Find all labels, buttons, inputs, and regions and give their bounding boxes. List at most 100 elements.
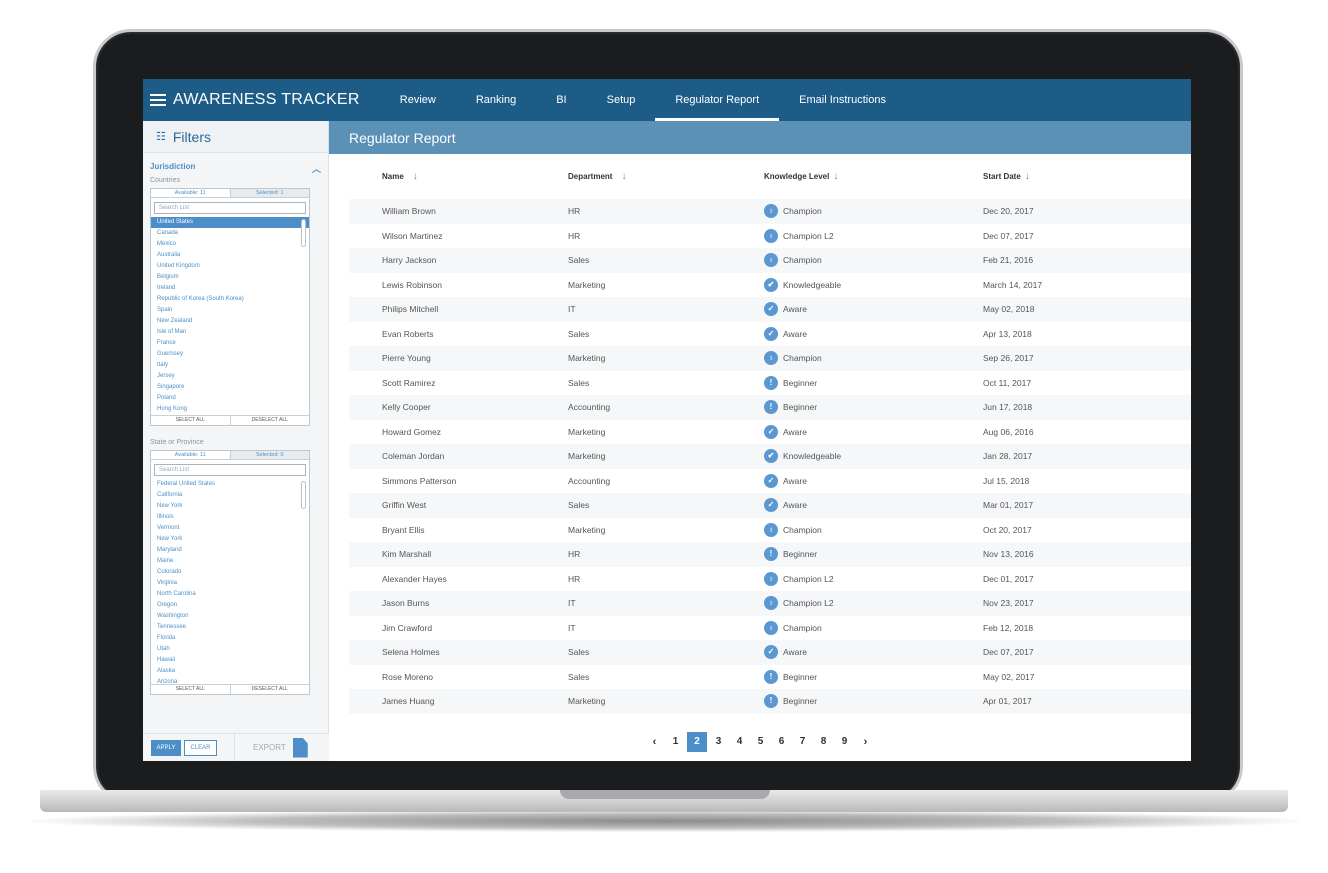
- list-item[interactable]: Mexico: [151, 239, 309, 250]
- list-item[interactable]: Virginia: [151, 578, 309, 589]
- list-item[interactable]: Ireland: [151, 283, 309, 294]
- sort-arrow-icon[interactable]: ↓: [833, 171, 838, 182]
- sort-arrow-icon[interactable]: ↓: [413, 171, 418, 182]
- state-deselect-all-button[interactable]: DESELECT ALL: [229, 685, 310, 694]
- list-item[interactable]: Hawaii: [151, 655, 309, 666]
- countries-search-input[interactable]: Search List: [154, 202, 306, 214]
- list-item[interactable]: Utah: [151, 644, 309, 655]
- state-select-all-button[interactable]: SELECT ALL: [151, 685, 230, 694]
- countries-selected-tab[interactable]: Selected: 1: [229, 189, 309, 197]
- column-header-start-date[interactable]: Start Date ↓: [983, 171, 1133, 182]
- list-item[interactable]: Italy: [151, 360, 309, 371]
- list-item[interactable]: Belgium: [151, 272, 309, 283]
- clear-button[interactable]: CLEAR: [184, 739, 217, 756]
- sort-arrow-icon[interactable]: ↓: [621, 171, 626, 182]
- table-row[interactable]: James Huang Marketing! Beginner Apr 01, 201…: [349, 689, 1191, 714]
- page-button[interactable]: 4: [730, 732, 749, 752]
- table-row[interactable]: Lewis Robinson Marketing ✔ Knowledgeable Mar…: [349, 273, 1191, 298]
- list-item[interactable]: New York: [151, 534, 309, 545]
- list-item[interactable]: Australia: [151, 250, 309, 261]
- table-row[interactable]: Scott Ramirez Sales! Beginner Oct 11, 2017: [349, 371, 1191, 396]
- table-row[interactable]: Wilson Martinez HR ♁ Champion L2 Dec 07, 201…: [349, 224, 1191, 249]
- list-item[interactable]: Canada: [151, 228, 309, 239]
- export-button[interactable]: EXPORT: [253, 743, 286, 752]
- table-row[interactable]: Kim Marshall HR! Beginner Nov 13, 2016: [349, 542, 1191, 567]
- column-header-department[interactable]: Department ↓: [568, 171, 764, 182]
- list-item[interactable]: Maine: [151, 556, 309, 567]
- list-item[interactable]: United States: [151, 217, 309, 228]
- column-header-name[interactable]: Name ↓: [349, 171, 568, 182]
- jurisdiction-header[interactable]: Jurisdiction ︿: [143, 153, 328, 175]
- table-row[interactable]: Alexander Hayes HR ♁ Champion L2 Dec 01, 201…: [349, 567, 1191, 592]
- nav-tab-ranking[interactable]: Ranking: [456, 79, 536, 121]
- list-item[interactable]: Alaska: [151, 666, 309, 677]
- list-item[interactable]: Isle of Man: [151, 327, 309, 338]
- chevron-right-icon[interactable]: ›: [856, 732, 875, 752]
- list-item[interactable]: Tennessee: [151, 622, 309, 633]
- page-button[interactable]: 1: [666, 732, 685, 752]
- list-item[interactable]: Florida: [151, 633, 309, 644]
- list-item[interactable]: Washington: [151, 611, 309, 622]
- nav-tab-bi[interactable]: BI: [536, 79, 586, 121]
- page-button[interactable]: 7: [793, 732, 812, 752]
- countries-deselect-all-button[interactable]: DESELECT ALL: [229, 416, 310, 425]
- list-item[interactable]: Colorado: [151, 567, 309, 578]
- page-button[interactable]: 5: [751, 732, 770, 752]
- apply-button[interactable]: APPLY: [151, 739, 181, 756]
- document-icon[interactable]: [292, 737, 308, 758]
- page-button[interactable]: 3: [709, 732, 728, 752]
- list-item[interactable]: United Kingdom: [151, 261, 309, 272]
- list-item[interactable]: New York: [151, 501, 309, 512]
- table-row[interactable]: Howard Gomez Marketing ✓ Aware Aug 06, 2016: [349, 420, 1191, 445]
- nav-tab-email-instructions[interactable]: Email Instructions: [779, 79, 906, 121]
- list-item[interactable]: Jersey: [151, 371, 309, 382]
- list-item[interactable]: North Carolina: [151, 589, 309, 600]
- list-item[interactable]: Hong Kong: [151, 404, 309, 415]
- countries-available-tab[interactable]: Available: 11: [151, 189, 230, 197]
- table-row[interactable]: Coleman Jordan Marketing ✔ Knowledgeable Jan…: [349, 444, 1191, 469]
- table-row[interactable]: Selena Holmes Sales ✓ Aware Dec 07, 2017: [349, 640, 1191, 665]
- table-row[interactable]: Jason Burns IT ♁ Champion L2 Nov 23, 2017: [349, 591, 1191, 616]
- state-scrollbar[interactable]: [301, 481, 306, 509]
- state-search-input[interactable]: Search List: [154, 464, 306, 476]
- list-item[interactable]: Maryland: [151, 545, 309, 556]
- column-header-knowledge-level[interactable]: Knowledge Level ↓: [764, 171, 983, 182]
- list-item[interactable]: Singapore: [151, 382, 309, 393]
- table-row[interactable]: Philips Mitchell IT ✓ Aware May 02, 2018: [349, 297, 1191, 322]
- table-row[interactable]: Rose Moreno Sales! Beginner May 02, 2017: [349, 665, 1191, 690]
- list-item[interactable]: Oregon: [151, 600, 309, 611]
- nav-tab-setup[interactable]: Setup: [587, 79, 656, 121]
- table-row[interactable]: Evan Roberts Sales ✓ Aware Apr 13, 2018: [349, 322, 1191, 347]
- page-button[interactable]: 6: [772, 732, 791, 752]
- table-row[interactable]: Bryant Ellis Marketing ♁ Champion Oct 20, 20…: [349, 518, 1191, 543]
- list-item[interactable]: Vermont: [151, 523, 309, 534]
- list-item[interactable]: Illinois: [151, 512, 309, 523]
- table-row[interactable]: Jim Crawford IT ♁ Champion Feb 12, 2018: [349, 616, 1191, 641]
- list-item[interactable]: Federal United States: [151, 479, 309, 490]
- menu-icon[interactable]: [150, 94, 166, 106]
- page-button[interactable]: 9: [835, 732, 854, 752]
- state-selected-tab[interactable]: Selected: 0: [229, 451, 309, 459]
- sort-arrow-icon[interactable]: ↓: [1025, 171, 1030, 182]
- list-item[interactable]: California: [151, 490, 309, 501]
- table-row[interactable]: Simmons Patterson Accounting ✓ Aware Jul 15,…: [349, 469, 1191, 494]
- page-button[interactable]: 2: [687, 732, 707, 752]
- table-row[interactable]: Pierre Young Marketing ♁ Champion Sep 26, 20…: [349, 346, 1191, 371]
- list-item[interactable]: Guernsey: [151, 349, 309, 360]
- list-item[interactable]: Republic of Korea (South Korea): [151, 294, 309, 305]
- list-item[interactable]: France: [151, 338, 309, 349]
- chevron-up-icon[interactable]: ︿: [312, 162, 321, 175]
- countries-scrollbar[interactable]: [301, 219, 306, 247]
- nav-tab-regulator-report[interactable]: Regulator Report: [655, 79, 779, 121]
- list-item[interactable]: Spain: [151, 305, 309, 316]
- countries-select-all-button[interactable]: SELECT ALL: [151, 416, 230, 425]
- list-item[interactable]: New Zealand: [151, 316, 309, 327]
- table-row[interactable]: Harry Jackson Sales ♁ Champion Feb 21, 2016: [349, 248, 1191, 273]
- list-item[interactable]: Poland: [151, 393, 309, 404]
- chevron-left-icon[interactable]: ‹: [645, 732, 664, 752]
- nav-tab-review[interactable]: Review: [380, 79, 456, 121]
- list-item[interactable]: Arizona: [151, 677, 309, 684]
- table-row[interactable]: Kelly Cooper Accounting! Beginner Jun 17, 2…: [349, 395, 1191, 420]
- table-row[interactable]: Griffin West Sales ✓ Aware Mar 01, 2017: [349, 493, 1191, 518]
- state-available-tab[interactable]: Available: 11: [151, 451, 230, 459]
